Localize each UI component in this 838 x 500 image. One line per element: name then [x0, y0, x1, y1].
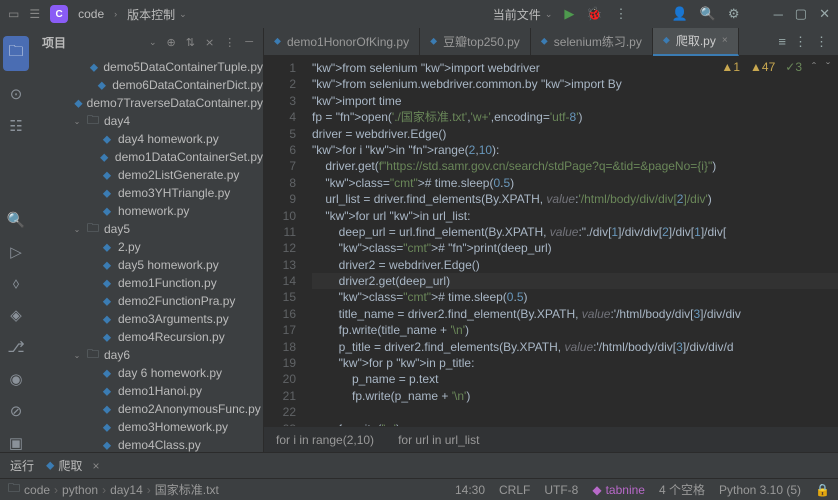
more-icon[interactable]: ⋮	[615, 6, 628, 22]
editor-tab[interactable]: ⬥豆瓣top250.py	[420, 28, 531, 56]
run-label: 运行	[10, 457, 34, 474]
tree-item[interactable]: ⬥day 6 homework.py	[32, 364, 263, 382]
run-panel: 运行 ⬥爬取×	[0, 452, 838, 478]
tree-item[interactable]: ⬥homework.py	[32, 202, 263, 220]
run-config-dropdown[interactable]: 当前文件⌄	[493, 6, 553, 23]
vcs-dropdown[interactable]: 版本控制⌄	[127, 6, 187, 23]
code-with-me-icon[interactable]: 👤	[672, 6, 688, 22]
todo-icon[interactable]: ◉	[9, 370, 22, 388]
sidebar-title: 项目	[42, 34, 143, 51]
menu-icon[interactable]: ▭	[8, 7, 19, 21]
code-content[interactable]: "kw">from selenium "kw">import webdriver…	[304, 56, 838, 426]
select-opened-icon[interactable]: ⊕	[167, 36, 176, 49]
search-tool-icon[interactable]: 🔍	[7, 211, 26, 229]
python-console-icon[interactable]: ⬨	[13, 275, 20, 292]
tree-item[interactable]: ⬥demo2AnonymousFunc.py	[32, 400, 263, 418]
editor-tab[interactable]: ⬥selenium练习.py	[531, 28, 653, 56]
status-eol[interactable]: CRLF	[499, 481, 530, 498]
tree-item[interactable]: ⬥demo2FunctionPra.py	[32, 292, 263, 310]
tab-list-icon[interactable]: ≡	[778, 34, 786, 49]
maximize-icon[interactable]: ▢	[795, 6, 807, 22]
tree-item[interactable]: ⬥demo5DataContainerTuple.py	[32, 58, 263, 76]
settings-icon[interactable]: ⚙	[728, 6, 740, 22]
tree-item[interactable]: ⌄🗀day6	[32, 346, 263, 364]
search-icon[interactable]: 🔍	[700, 6, 716, 22]
editor-tab[interactable]: ⬥demo1HonorOfKing.py	[264, 28, 420, 56]
project-tool-icon[interactable]: 🗀	[3, 36, 28, 71]
terminal-icon[interactable]: ▣	[9, 434, 23, 452]
tree-item[interactable]: ⬥day4 homework.py	[32, 130, 263, 148]
hide-icon[interactable]: ⋮	[224, 36, 235, 49]
tree-item[interactable]: ⌄🗀day5	[32, 220, 263, 238]
close-icon[interactable]: ✕	[819, 6, 830, 22]
tree-item[interactable]: ⬥demo6DataContainerDict.py	[32, 76, 263, 94]
line-gutter[interactable]: 1234567891011121314151617181920212223	[264, 56, 304, 426]
inspections-widget[interactable]: ▲1 ▲47 ✓3 ˆˇ	[721, 60, 830, 74]
status-path[interactable]: 🗀 code › python › day14 › 国家标准.txt	[8, 479, 219, 500]
tree-item[interactable]: ⬥demo1Hanoi.py	[32, 382, 263, 400]
titlebar: ▭ ☰ C code › 版本控制⌄ 当前文件⌄ ▶ 🐞 ⋮ 👤 🔍 ⚙ ─ ▢…	[0, 0, 838, 28]
tree-item[interactable]: ⬥2.py	[32, 238, 263, 256]
hamburger-icon[interactable]: ☰	[29, 7, 40, 21]
status-indent[interactable]: 4 个空格	[659, 481, 705, 498]
chevron-down-icon[interactable]: ⌄	[149, 37, 157, 48]
tab-opts-icon[interactable]: ⋮	[815, 34, 828, 50]
editor-tab[interactable]: ⬥爬取.py×	[653, 28, 739, 56]
run-tab[interactable]: ⬥爬取×	[46, 457, 99, 474]
minimize-icon[interactable]: ─	[774, 7, 783, 22]
project-sidebar: 项目 ⌄ ⊕ ⇅ ⨯ ⋮ ─ ⬥demo5DataContainerTuple.…	[32, 28, 264, 452]
collapse-icon[interactable]: ⨯	[205, 36, 214, 49]
structure-tool-icon[interactable]: ☷	[9, 117, 22, 135]
tree-item[interactable]: ⬥demo2ListGenerate.py	[32, 166, 263, 184]
activity-bar: 🗀 ⊙ ☷ 🔍 ▷ ⬨ ◈ ⎇ ◉ ⊘ ▣	[0, 28, 32, 452]
status-bar: 🗀 code › python › day14 › 国家标准.txt 14:30…	[0, 478, 838, 500]
status-lock-icon[interactable]: 🔒	[815, 481, 830, 498]
expand-all-icon[interactable]: ⇅	[186, 36, 195, 49]
problems-icon[interactable]: ⊘	[10, 402, 23, 420]
tree-item[interactable]: ⬥demo1Function.py	[32, 274, 263, 292]
debug-icon[interactable]: 🐞	[586, 6, 602, 22]
tree-item[interactable]: ⬥demo1DataContainerSet.py	[32, 148, 263, 166]
run-tool-icon[interactable]: ▷	[10, 243, 22, 261]
tree-item[interactable]: ⬥demo3YHTriangle.py	[32, 184, 263, 202]
vcs-tool-icon[interactable]: ⎇	[7, 338, 24, 356]
tree-item[interactable]: ⬥demo4Class.py	[32, 436, 263, 452]
chevron-right-icon: ›	[114, 9, 117, 19]
run-icon[interactable]: ▶	[564, 6, 574, 22]
file-tree[interactable]: ⬥demo5DataContainerTuple.py⬥demo6DataCon…	[32, 56, 263, 452]
editor-tabs: ⬥demo1HonorOfKing.py⬥豆瓣top250.py⬥seleniu…	[264, 28, 838, 56]
status-time: 14:30	[455, 481, 485, 498]
tree-item[interactable]: ⬥demo4Recursion.py	[32, 328, 263, 346]
breadcrumb-bar[interactable]: for i in range(2,10) for url in url_list	[264, 426, 838, 452]
tree-item[interactable]: ⬥demo7TraverseDataContainer.py	[32, 94, 263, 112]
tree-item[interactable]: ⬥demo3Homework.py	[32, 418, 263, 436]
status-interpreter[interactable]: Python 3.10 (5)	[719, 481, 801, 498]
status-encoding[interactable]: UTF-8	[544, 481, 578, 498]
tab-more-icon[interactable]: ⋮	[794, 34, 807, 50]
services-icon[interactable]: ◈	[10, 306, 22, 324]
tree-item[interactable]: ⬥demo3Arguments.py	[32, 310, 263, 328]
tree-item[interactable]: ⬥day5 homework.py	[32, 256, 263, 274]
project-badge[interactable]: C	[50, 5, 68, 23]
minimize-panel-icon[interactable]: ─	[245, 36, 253, 48]
status-tabnine[interactable]: ◆ tabnine	[592, 481, 645, 498]
tree-item[interactable]: ⌄🗀day4	[32, 112, 263, 130]
project-name[interactable]: code	[78, 7, 104, 21]
commit-tool-icon[interactable]: ⊙	[10, 85, 23, 103]
